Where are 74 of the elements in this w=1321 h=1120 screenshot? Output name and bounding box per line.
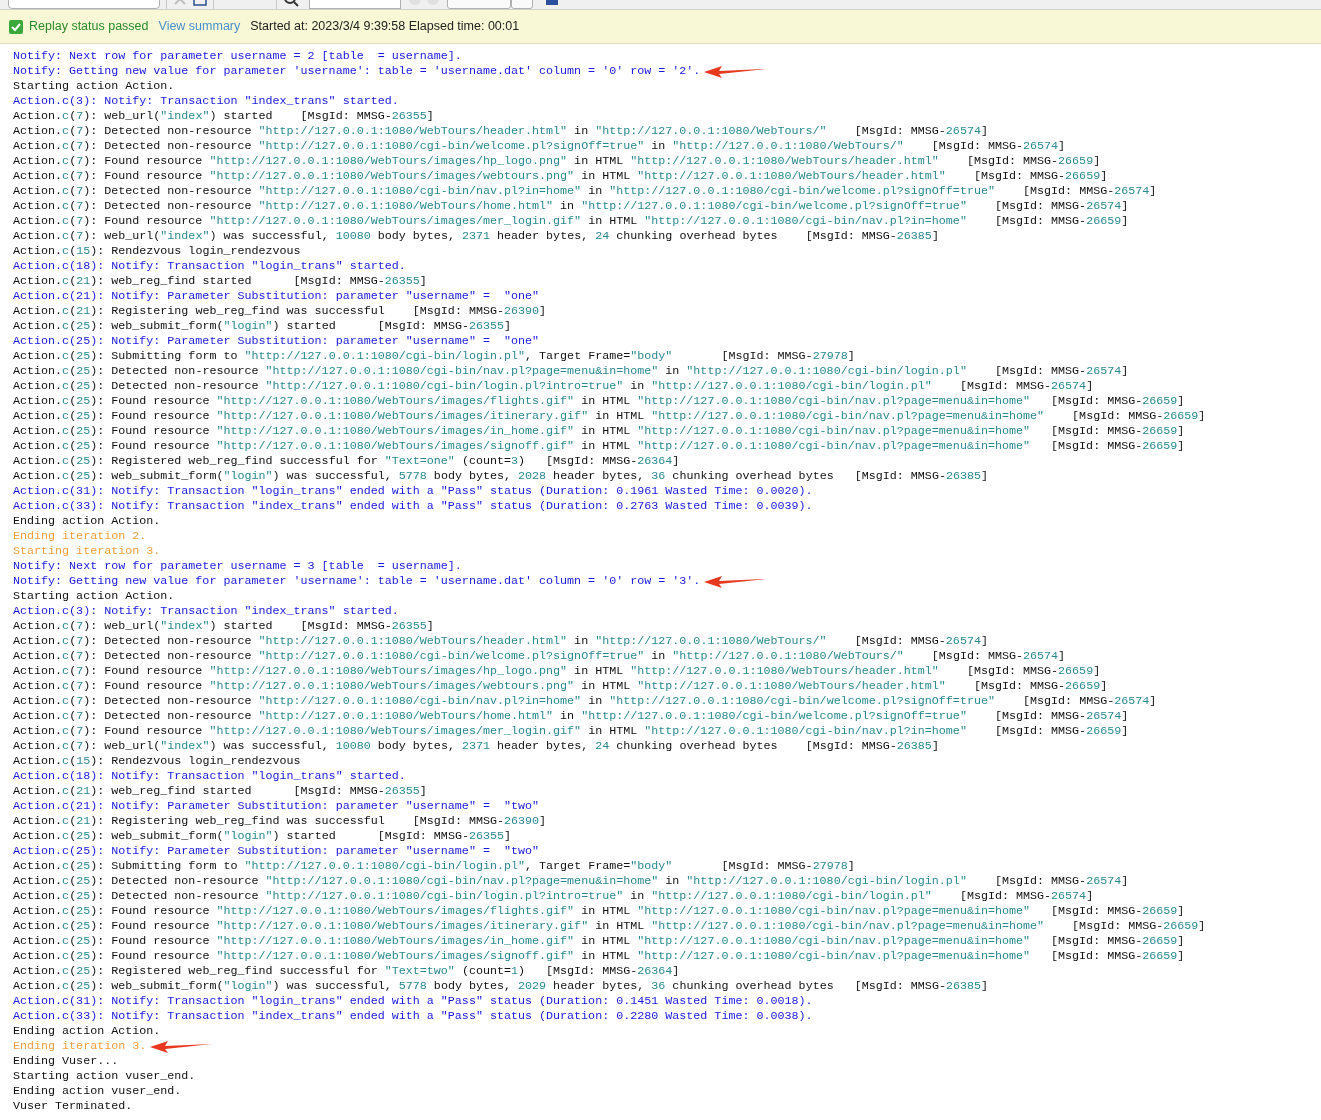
log-line: Action.c(7): Found resource "http://127.0.0.1:1080/WebTours/images/mer_login.gif" in HTML "http://127.0.0.1:1080/cgi-bin/nav.pl?in=home" [MsgId: MMSG-26659]	[13, 724, 1129, 739]
log-line: Action.c(25): Notify: Parameter Substitution: parameter "username" = "one"	[13, 334, 540, 349]
log-line: Action.c(33): Notify: Transaction "index_trans" ended with a "Pass" status (Duration: 0.2280 Wasted Time: 0.0038).	[13, 1009, 813, 1024]
log-line: Action.c(21): Registering web_reg_find was successful [MsgId: MMSG-26390]	[13, 814, 547, 829]
log-line: Action.c(25): Found resource "http://127.0.0.1:1080/WebTours/images/signoff.gif" in HTML "http://127.0.0.1:1080/cgi-bin/nav.pl?page=menu&in=home" [MsgId: MMSG-26659]	[13, 439, 1185, 454]
log-line: Action.c(7): Found resource "http://127.0.0.1:1080/WebTours/images/mer_login.gif" in HTML "http://127.0.0.1:1080/cgi-bin/nav.pl?in=home" [MsgId: MMSG-26659]	[13, 214, 1129, 229]
log-line: Action.c(7): web_url("index") was successful, 10080 body bytes, 2371 header bytes, 24 chunking overhead bytes [MsgId: MMSG-26385]	[13, 229, 939, 244]
log-line: Action.c(7): Found resource "http://127.0.0.1:1080/WebTours/images/webtours.png" in HTML "http://127.0.0.1:1080/WebTours/header.html" [MsgId: MMSG-26659]	[13, 679, 1108, 694]
log-line: Action.c(7): Found resource "http://127.0.0.1:1080/WebTours/images/webtours.png" in HTML "http://127.0.0.1:1080/WebTours/header.html" [MsgId: MMSG-26659]	[13, 169, 1108, 184]
log-line: Ending action Action.	[13, 514, 161, 529]
log-line: Notify: Next row for parameter username = 3 [table = username].	[13, 559, 462, 574]
log-line: Action.c(7): web_url("index") started [MsgId: MMSG-26355]	[13, 619, 434, 634]
log-line: Ending iteration 3.	[13, 1039, 147, 1054]
log-line: Action.c(25): web_submit_form("login") was successful, 5778 body bytes, 2029 header bytes, 36 chunking overhead bytes [MsgId: MMSG-26385]	[13, 979, 988, 994]
log-line: Action.c(25): Found resource "http://127.0.0.1:1080/WebTours/images/in_home.gif" in HTML "http://127.0.0.1:1080/cgi-bin/nav.pl?page=menu&in=home" [MsgId: MMSG-26659]	[13, 424, 1185, 439]
log-line: Action.c(3): Notify: Transaction "index_trans" started.	[13, 604, 399, 619]
log-line: Action.c(25): Submitting form to "http://127.0.0.1:1080/cgi-bin/login.pl", Target Frame="body" [MsgId: MMSG-27978]	[13, 859, 855, 874]
log-line: Action.c(7): Detected non-resource "http://127.0.0.1:1080/WebTours/header.html" in "http://127.0.0.1:1080/WebTours/" [MsgId: MMSG-26574]	[13, 634, 988, 649]
log-line: Action.c(15): Rendezvous login_rendezvous	[13, 754, 301, 769]
log-line: Action.c(25): Registered web_reg_find successful for "Text=one" (count=3) [MsgId: MMSG-26364]	[13, 454, 680, 469]
log-line: Action.c(33): Notify: Transaction "index_trans" ended with a "Pass" status (Duration: 0.2763 Wasted Time: 0.0039).	[13, 499, 813, 514]
log-line: Action.c(25): Found resource "http://127.0.0.1:1080/WebTours/images/itinerary.gif" in HTML "http://127.0.0.1:1080/cgi-bin/nav.pl?page=menu&in=home" [MsgId: MMSG-26659]	[13, 919, 1206, 934]
log-line: Action.c(25): Found resource "http://127.0.0.1:1080/WebTours/images/flights.gif" in HTML "http://127.0.0.1:1080/cgi-bin/nav.pl?page=menu&in=home" [MsgId: MMSG-26659]	[13, 904, 1185, 919]
log-line: Action.c(25): Notify: Parameter Substitution: parameter "username" = "two"	[13, 844, 540, 859]
log-line: Action.c(7): Detected non-resource "http://127.0.0.1:1080/WebTours/header.html" in "http://127.0.0.1:1080/WebTours/" [MsgId: MMSG-26574]	[13, 124, 988, 139]
log-line: Ending iteration 2.	[13, 529, 147, 544]
log-line: Action.c(7): Detected non-resource "http://127.0.0.1:1080/cgi-bin/nav.pl?in=home" in "http://127.0.0.1:1080/cgi-bin/welcome.pl?signOff=true" [MsgId: MMSG-26574]	[13, 694, 1157, 709]
log-line: Action.c(7): Detected non-resource "http://127.0.0.1:1080/cgi-bin/welcome.pl?signOff=true" in "http://127.0.0.1:1080/WebTours/" [MsgId: MMSG-26574]	[13, 649, 1066, 664]
log-line: Action.c(25): Detected non-resource "http://127.0.0.1:1080/cgi-bin/login.pl?intro=true" in "http://127.0.0.1:1080/cgi-bin/login.pl" [MsgId: MMSG-26574]	[13, 889, 1094, 904]
log-line: Ending action vuser_end.	[13, 1084, 182, 1099]
log-line: Action.c(18): Notify: Transaction "login_trans" started.	[13, 259, 406, 274]
log-line: Notify: Next row for parameter username = 2 [table = username].	[13, 49, 462, 64]
log-line: Action.c(25): Found resource "http://127.0.0.1:1080/WebTours/images/flights.gif" in HTML "http://127.0.0.1:1080/cgi-bin/nav.pl?page=menu&in=home" [MsgId: MMSG-26659]	[13, 394, 1185, 409]
log-line: Action.c(7): web_url("index") was successful, 10080 body bytes, 2371 header bytes, 24 chunking overhead bytes [MsgId: MMSG-26385]	[13, 739, 939, 754]
log-line: Action.c(21): web_reg_find started [MsgId: MMSG-26355]	[13, 784, 427, 799]
log-line: Ending Vuser...	[13, 1054, 119, 1069]
log-line: Action.c(7): Found resource "http://127.0.0.1:1080/WebTours/images/hp_logo.png" in HTML "http://127.0.0.1:1080/WebTours/header.html" [MsgId: MMSG-26659]	[13, 664, 1101, 679]
log-line: Action.c(25): Found resource "http://127.0.0.1:1080/WebTours/images/in_home.gif" in HTML "http://127.0.0.1:1080/cgi-bin/nav.pl?page=menu&in=home" [MsgId: MMSG-26659]	[13, 934, 1185, 949]
log-line: Action.c(7): web_url("index") started [MsgId: MMSG-26355]	[13, 109, 434, 124]
log-line: Action.c(15): Rendezvous login_rendezvous	[13, 244, 301, 259]
log-line: Action.c(7): Detected non-resource "http://127.0.0.1:1080/WebTours/home.html" in "http://127.0.0.1:1080/cgi-bin/welcome.pl?signOff=true" [MsgId: MMSG-26574]	[13, 709, 1129, 724]
log-line: Action.c(7): Detected non-resource "http://127.0.0.1:1080/cgi-bin/nav.pl?in=home" in "http://127.0.0.1:1080/cgi-bin/welcome.pl?signOff=true" [MsgId: MMSG-26574]	[13, 184, 1157, 199]
log-line: Action.c(25): web_submit_form("login") was successful, 5778 body bytes, 2028 header bytes, 36 chunking overhead bytes [MsgId: MMSG-26385]	[13, 469, 988, 484]
log-line: Action.c(21): web_reg_find started [MsgId: MMSG-26355]	[13, 274, 427, 289]
log-line: Action.c(25): Registered web_reg_find successful for "Text=two" (count=1) [MsgId: MMSG-26364]	[13, 964, 680, 979]
log-line: Action.c(7): Detected non-resource "http://127.0.0.1:1080/cgi-bin/welcome.pl?signOff=true" in "http://127.0.0.1:1080/WebTours/" [MsgId: MMSG-26574]	[13, 139, 1066, 154]
log-line: Action.c(31): Notify: Transaction "login_trans" ended with a "Pass" status (Duration: 0.1961 Wasted Time: 0.0020).	[13, 484, 813, 499]
log-line: Notify: Getting new value for parameter 'username': table = 'username.dat' column = '0' row = '3'.	[13, 574, 701, 589]
log-line: Action.c(25): Detected non-resource "http://127.0.0.1:1080/cgi-bin/nav.pl?page=menu&in=home" in "http://127.0.0.1:1080/cgi-bin/login.pl" [MsgId: MMSG-26574]	[13, 364, 1129, 379]
log-line: Action.c(21): Notify: Parameter Substitution: parameter "username" = "two"	[13, 799, 540, 814]
log-line: Action.c(18): Notify: Transaction "login_trans" started.	[13, 769, 406, 784]
log-line: Action.c(25): Detected non-resource "http://127.0.0.1:1080/cgi-bin/nav.pl?page=menu&in=home" in "http://127.0.0.1:1080/cgi-bin/login.pl" [MsgId: MMSG-26574]	[13, 874, 1129, 889]
log-line: Action.c(25): Found resource "http://127.0.0.1:1080/WebTours/images/signoff.gif" in HTML "http://127.0.0.1:1080/cgi-bin/nav.pl?page=menu&in=home" [MsgId: MMSG-26659]	[13, 949, 1185, 964]
log-line: Action.c(25): web_submit_form("login") started [MsgId: MMSG-26355]	[13, 829, 512, 844]
replay-info: Started at: 2023/3/4 9:39:58 Elapsed time: 00:01	[250, 18, 520, 36]
log-line: Action.c(25): Detected non-resource "http://127.0.0.1:1080/cgi-bin/login.pl?intro=true" in "http://127.0.0.1:1080/cgi-bin/login.pl" [MsgId: MMSG-26574]	[13, 379, 1094, 394]
log-line: Action.c(25): Submitting form to "http://127.0.0.1:1080/cgi-bin/login.pl", Target Frame="body" [MsgId: MMSG-27978]	[13, 349, 855, 364]
log-line: Action.c(31): Notify: Transaction "login_trans" ended with a "Pass" status (Duration: 0.1451 Wasted Time: 0.0018).	[13, 994, 813, 1009]
log-line: Starting action Action.	[13, 79, 175, 94]
log-line: Action.c(25): web_submit_form("login") started [MsgId: MMSG-26355]	[13, 319, 512, 334]
log-line: Action.c(7): Detected non-resource "http://127.0.0.1:1080/WebTours/home.html" in "http://127.0.0.1:1080/cgi-bin/welcome.pl?signOff=true" [MsgId: MMSG-26574]	[13, 199, 1129, 214]
log-line: Starting action vuser_end.	[13, 1069, 196, 1084]
log-line: Action.c(3): Notify: Transaction "index_trans" started.	[13, 94, 399, 109]
log-line: Starting iteration 3.	[13, 544, 161, 559]
view-summary-link[interactable]: View summary	[158, 17, 241, 36]
log-line: Action.c(25): Found resource "http://127.0.0.1:1080/WebTours/images/itinerary.gif" in HTML "http://127.0.0.1:1080/cgi-bin/nav.pl?page=menu&in=home" [MsgId: MMSG-26659]	[13, 409, 1206, 424]
log-line: Notify: Getting new value for parameter 'username': table = 'username.dat' column = '0' row = '2'.	[13, 64, 701, 79]
log-line: Action.c(7): Found resource "http://127.0.0.1:1080/WebTours/images/hp_logo.png" in HTML "http://127.0.0.1:1080/WebTours/header.html" [MsgId: MMSG-26659]	[13, 154, 1101, 169]
log-line: Action.c(21): Registering web_reg_find was successful [MsgId: MMSG-26390]	[13, 304, 547, 319]
log-line: Vuser Terminated.	[13, 1099, 133, 1114]
log-line: Action.c(21): Notify: Parameter Substitution: parameter "username" = "one"	[13, 289, 540, 304]
replay-status: Replay status passed	[29, 18, 149, 36]
log-line: Starting action Action.	[13, 589, 175, 604]
log-line: Ending action Action.	[13, 1024, 161, 1039]
